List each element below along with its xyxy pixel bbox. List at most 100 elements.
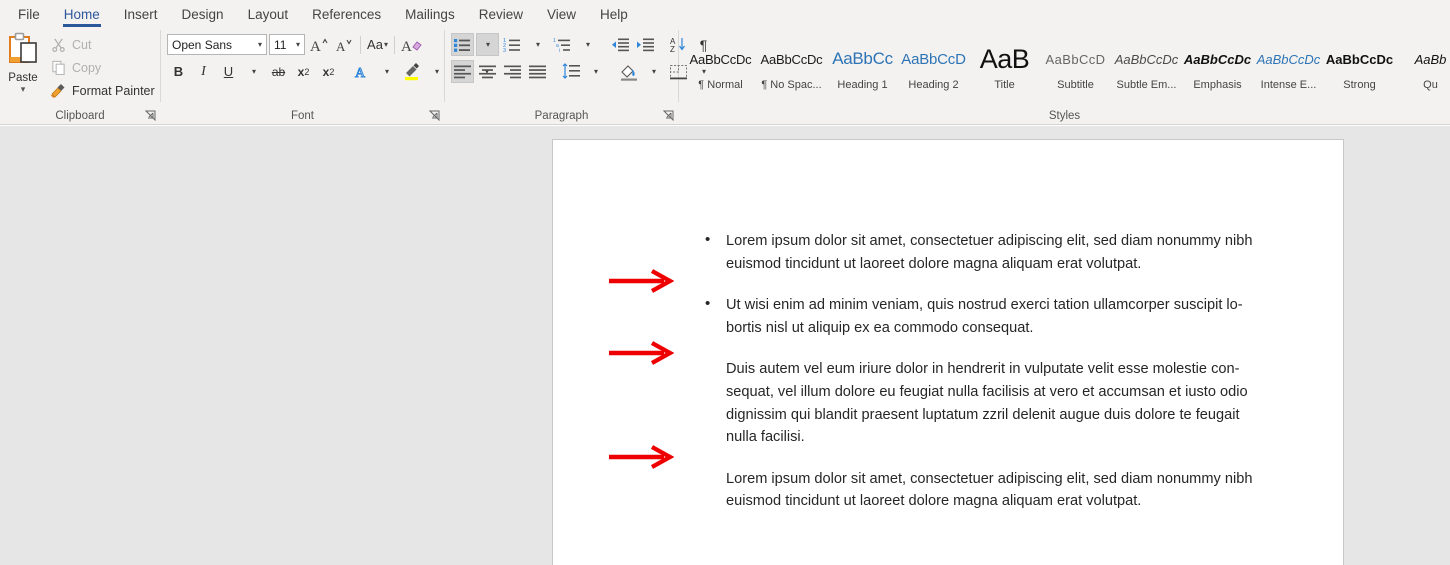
tab-file[interactable]: File: [6, 8, 52, 27]
shrink-font-icon[interactable]: A: [332, 33, 355, 56]
style-name: Heading 1: [837, 79, 887, 91]
font-name-value: Open Sans: [172, 38, 254, 52]
tab-review[interactable]: Review: [467, 8, 535, 27]
style-item[interactable]: AaBbCcDSubtitle: [1040, 32, 1111, 98]
style-item[interactable]: AaBbQu: [1395, 32, 1450, 98]
chevron-down-icon: ▾: [486, 40, 490, 49]
copy-button[interactable]: Copy: [46, 57, 159, 78]
document-paragraph[interactable]: Duis autem vel eum iriure dolor in hendr…: [694, 358, 1254, 448]
align-left-icon[interactable]: [451, 60, 474, 83]
ribbon-group-styles: AaBbCcDc¶ NormalAaBbCcDc¶ No Spac...AaBb…: [679, 27, 1450, 124]
chevron-down-icon: ▾: [594, 67, 598, 76]
superscript-button[interactable]: x2: [317, 60, 340, 83]
increase-indent-icon[interactable]: [634, 33, 657, 56]
numbering-dropdown-caret[interactable]: ▾: [526, 33, 549, 56]
tab-view[interactable]: View: [535, 8, 588, 27]
tab-references[interactable]: References: [300, 8, 393, 27]
style-item[interactable]: AaBTitle: [969, 32, 1040, 98]
underline-dropdown-caret[interactable]: ▾: [242, 60, 265, 83]
style-preview: AaBb: [1396, 39, 1450, 79]
bold-button[interactable]: B: [167, 60, 190, 83]
style-name: Heading 2: [908, 79, 958, 91]
clipboard-dialog-launcher-icon[interactable]: [145, 110, 156, 121]
svg-text:3: 3: [503, 48, 506, 53]
font-size-combo[interactable]: 11 ▾: [269, 34, 305, 55]
tab-help[interactable]: Help: [588, 8, 640, 27]
justify-icon[interactable]: [526, 60, 549, 83]
style-item[interactable]: AaBbCcDcEmphasis: [1182, 32, 1253, 98]
tab-layout[interactable]: Layout: [236, 8, 301, 27]
document-bullet-item[interactable]: Ut wisi enim ad minim veniam, quis nostr…: [694, 294, 1254, 339]
underline-button[interactable]: U: [217, 60, 240, 83]
style-item[interactable]: AaBbCcDcIntense E...: [1253, 32, 1324, 98]
style-item[interactable]: AaBbCcDc¶ Normal: [685, 32, 756, 98]
svg-text:A: A: [401, 39, 412, 54]
decrease-indent-icon[interactable]: [609, 33, 632, 56]
align-center-icon[interactable]: [476, 60, 499, 83]
bullets-icon[interactable]: [451, 33, 474, 56]
line-spacing-icon[interactable]: [559, 60, 582, 83]
clear-formatting-icon[interactable]: A: [400, 33, 424, 56]
chevron-down-icon: ▾: [254, 40, 266, 49]
divider: [360, 36, 361, 54]
shading-icon[interactable]: [617, 60, 640, 83]
style-item[interactable]: AaBbCcDc¶ No Spac...: [756, 32, 827, 98]
text-highlight-icon[interactable]: [400, 60, 423, 83]
format-painter-label: Format Painter: [72, 84, 155, 98]
style-item[interactable]: AaBbCcHeading 1: [827, 32, 898, 98]
line-spacing-dropdown-caret[interactable]: ▾: [584, 60, 607, 83]
multilevel-list-icon[interactable]: 1 a i: [551, 33, 574, 56]
chevron-down-icon: ▾: [652, 67, 656, 76]
font-name-combo[interactable]: Open Sans ▾: [167, 34, 267, 55]
multilevel-list-dropdown-caret[interactable]: ▾: [576, 33, 599, 56]
style-preview: AaB: [970, 39, 1039, 79]
tab-mailings[interactable]: Mailings: [393, 8, 467, 27]
document-text-body[interactable]: Lorem ipsum dolor sit amet, consectetuer…: [694, 230, 1254, 513]
document-workspace[interactable]: Lorem ipsum dolor sit amet, consectetuer…: [0, 126, 1450, 565]
tab-insert[interactable]: Insert: [112, 8, 170, 27]
style-preview: AaBbCcDc: [686, 39, 755, 79]
tab-design[interactable]: Design: [170, 8, 236, 27]
style-item[interactable]: AaBbCcDHeading 2: [898, 32, 969, 98]
subscript-button[interactable]: x2: [292, 60, 315, 83]
style-item[interactable]: AaBbCcDcStrong: [1324, 32, 1395, 98]
text-effects-dropdown-caret[interactable]: ▾: [375, 60, 398, 83]
tab-home[interactable]: Home: [52, 8, 112, 27]
document-paragraph[interactable]: Lorem ipsum dolor sit amet, consectetuer…: [694, 468, 1254, 513]
text-effects-icon[interactable]: A: [350, 60, 373, 83]
font-dialog-launcher-icon[interactable]: [429, 110, 440, 121]
styles-gallery[interactable]: AaBbCcDc¶ NormalAaBbCcDc¶ No Spac...AaBb…: [679, 29, 1450, 98]
style-preview: AaBbCcDc: [1254, 39, 1323, 79]
ribbon: Paste ▾ Cut: [0, 27, 1450, 125]
document-page[interactable]: Lorem ipsum dolor sit amet, consectetuer…: [552, 139, 1344, 565]
chevron-down-icon: ▾: [435, 67, 439, 76]
style-preview: AaBbCcDc: [1112, 39, 1181, 79]
svg-text:Z: Z: [670, 45, 675, 53]
svg-text:A: A: [310, 39, 321, 54]
bullets-dropdown-caret[interactable]: ▾: [476, 33, 499, 56]
numbering-icon[interactable]: 1 2 3: [501, 33, 524, 56]
document-bullet-item[interactable]: Lorem ipsum dolor sit amet, consectetuer…: [694, 230, 1254, 275]
format-painter-button[interactable]: Format Painter: [46, 80, 159, 101]
style-preview: AaBbCcDc: [1183, 39, 1252, 79]
copy-icon: [50, 60, 66, 76]
scissors-icon: [50, 37, 66, 53]
clipboard-group-label: Clipboard: [0, 110, 160, 122]
shading-dropdown-caret[interactable]: ▾: [642, 60, 665, 83]
style-name: Emphasis: [1193, 79, 1241, 91]
style-preview: AaBbCcD: [899, 39, 968, 79]
change-case-icon[interactable]: Aa▾: [366, 33, 389, 56]
cut-button[interactable]: Cut: [46, 34, 159, 55]
style-name: Intense E...: [1261, 79, 1317, 91]
italic-button[interactable]: I: [192, 60, 215, 83]
strikethrough-button[interactable]: ab: [267, 60, 290, 83]
style-name: Subtitle: [1057, 79, 1094, 91]
style-name: Qu: [1423, 79, 1438, 91]
style-item[interactable]: AaBbCcDcSubtle Em...: [1111, 32, 1182, 98]
copy-label: Copy: [72, 61, 101, 75]
grow-font-icon[interactable]: A: [307, 33, 330, 56]
style-name: Strong: [1343, 79, 1375, 91]
paste-dropdown-caret[interactable]: ▾: [21, 85, 26, 93]
align-right-icon[interactable]: [501, 60, 524, 83]
paragraph-dialog-launcher-icon[interactable]: [663, 110, 674, 121]
